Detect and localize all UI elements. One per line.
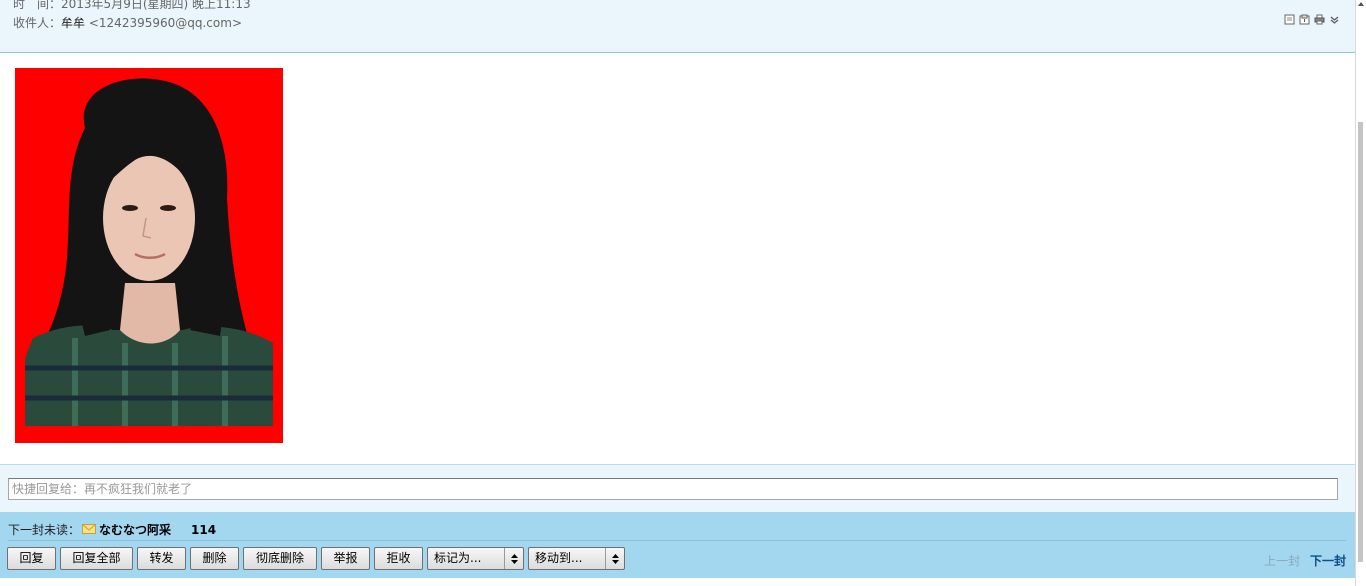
time-row: 时 间：2013年5月9日(星期四) 晚上11:13 <box>13 0 251 12</box>
print-icon[interactable] <box>1314 14 1325 25</box>
mail-footer-toolbar: 下一封未读： なむなつ阿采 114 回复 回复全部 转发 删除 彻底删除 举报 … <box>0 512 1356 578</box>
next-unread-title[interactable]: なむなつ阿采 <box>99 521 171 538</box>
next-unread-label: 下一封未读： <box>8 523 81 537</box>
vertical-scrollbar[interactable] <box>1355 0 1366 586</box>
quick-reply-input[interactable] <box>8 478 1338 500</box>
recipient-row: 收件人：牟牟 <1242395960@qq.com> <box>13 15 242 31</box>
mail-body <box>0 53 1356 464</box>
next-unread-count: 114 <box>191 522 217 537</box>
envelope-icon <box>82 523 97 537</box>
forward-button[interactable]: 转发 <box>137 547 186 570</box>
portrait-photo[interactable] <box>15 68 283 443</box>
scroll-thumb[interactable] <box>1358 122 1363 562</box>
scroll-up-icon[interactable] <box>1358 2 1364 6</box>
recipient-email: <1242395960@qq.com> <box>88 16 242 30</box>
delete-button[interactable]: 删除 <box>190 547 239 570</box>
header-tools <box>1284 14 1340 25</box>
move-to-select[interactable]: 移动到... <box>528 547 625 570</box>
recipient-name[interactable]: 牟牟 <box>61 16 85 30</box>
reply-all-button[interactable]: 回复全部 <box>60 547 133 570</box>
quick-reply-area <box>0 464 1356 513</box>
mail-header: 时 间：2013年5月9日(星期四) 晚上11:13 收件人：牟牟 <12423… <box>0 0 1356 53</box>
mail-pager: 上一封 下一封 <box>1264 552 1346 569</box>
mark-as-label: 标记为... <box>434 551 482 565</box>
save-icon[interactable] <box>1299 14 1310 25</box>
reject-button[interactable]: 拒收 <box>374 547 423 570</box>
chevron-down-icon[interactable] <box>1329 14 1340 25</box>
updown-arrow-icon <box>504 548 523 569</box>
time-value: 2013年5月9日(星期四) 晚上11:13 <box>61 0 251 11</box>
action-buttons: 回复 回复全部 转发 删除 彻底删除 举报 拒收 标记为... 移动到... <box>7 547 625 570</box>
mail-read-page: 时 间：2013年5月9日(星期四) 晚上11:13 收件人：牟牟 <12423… <box>0 0 1366 586</box>
move-to-label: 移动到... <box>535 551 583 565</box>
prev-mail-link[interactable]: 上一封 <box>1264 554 1300 568</box>
mark-as-select[interactable]: 标记为... <box>427 547 524 570</box>
next-mail-link[interactable]: 下一封 <box>1310 554 1346 568</box>
updown-arrow-icon <box>605 548 624 569</box>
recipient-label: 收件人： <box>13 16 62 30</box>
note-icon[interactable] <box>1284 14 1295 25</box>
next-unread: 下一封未读： なむなつ阿采 114 <box>8 521 216 538</box>
reply-button[interactable]: 回复 <box>7 547 56 570</box>
footer-divider <box>8 540 1346 541</box>
report-button[interactable]: 举报 <box>321 547 370 570</box>
delete-permanently-button[interactable]: 彻底删除 <box>243 547 317 570</box>
time-label: 时 间： <box>13 0 62 11</box>
